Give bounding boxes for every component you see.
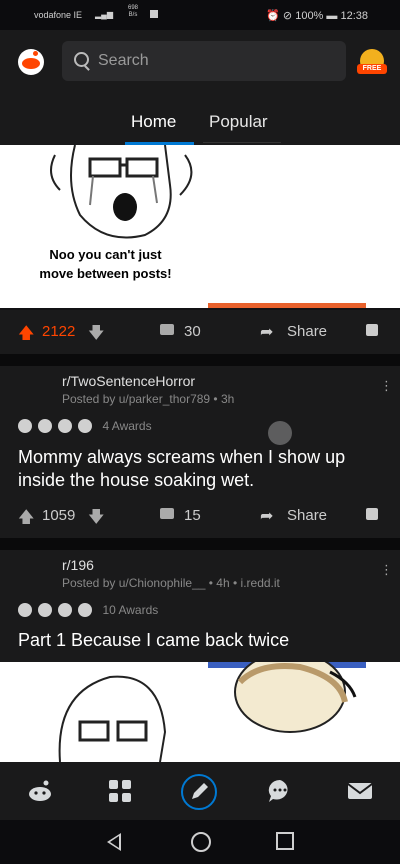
status-right: ⏰ ⊘ 100% ▬ 12:38 xyxy=(266,9,368,22)
post-title[interactable]: Mommy always screams when I show up insi… xyxy=(18,446,388,492)
downvote-icon[interactable]: 🡇 xyxy=(88,506,104,533)
recents-icon[interactable] xyxy=(276,832,294,850)
award-icon xyxy=(58,602,72,617)
status-bar: vodafone IE ▂▄▆ 698 B/s ⏰ ⊘ 100% ▬ 12:38 xyxy=(0,0,400,30)
tab-popular[interactable]: Popular xyxy=(209,112,268,132)
bottom-nav xyxy=(0,762,400,820)
comment-count: 15 xyxy=(184,507,201,524)
signal-icon: ▂▄▆ xyxy=(95,10,113,19)
meme-wojak-drawing xyxy=(50,145,193,239)
free-badge: FREE xyxy=(357,64,387,74)
upvote-icon[interactable]: 🡅 xyxy=(18,506,34,533)
search-icon xyxy=(74,52,89,67)
awards-count: 10 Awards xyxy=(102,602,159,617)
comment-icon[interactable] xyxy=(160,324,174,335)
tab-divider xyxy=(203,142,281,143)
feed-tabs: Home Popular xyxy=(0,95,400,145)
share-icon[interactable]: ➦ xyxy=(260,506,273,526)
vote-score: 2122 xyxy=(42,323,76,340)
touch-indicator xyxy=(268,421,292,445)
search-input[interactable]: Search xyxy=(62,41,346,81)
status-icons: ⏰ ⊘ xyxy=(266,10,296,22)
more-options-icon[interactable]: ⋮ xyxy=(380,378,393,394)
save-icon[interactable] xyxy=(366,508,378,520)
award-icon xyxy=(38,418,52,433)
award-icon xyxy=(78,602,92,617)
clock: 12:38 xyxy=(340,10,368,22)
post-actions: 🡅 2122 🡇 30 ➦ Share xyxy=(0,310,400,354)
create-post-icon[interactable] xyxy=(180,773,218,811)
more-options-icon[interactable]: ⋮ xyxy=(380,562,393,578)
award-icon xyxy=(38,602,52,617)
app-header: Search FREE xyxy=(0,30,400,95)
comment-icon[interactable] xyxy=(160,508,174,519)
home-button-icon[interactable] xyxy=(191,832,211,852)
system-nav-bar xyxy=(0,820,400,864)
post-title[interactable]: Part 1 Because I came back twice xyxy=(18,629,388,652)
award-icon xyxy=(78,418,92,433)
share-button[interactable]: Share xyxy=(287,507,327,524)
communities-icon[interactable] xyxy=(107,778,133,804)
comment-count: 30 xyxy=(184,323,201,340)
home-icon[interactable] xyxy=(27,778,53,804)
subreddit-name[interactable]: r/TwoSentenceHorror xyxy=(62,373,195,389)
awards-row[interactable]: 4 Awards xyxy=(18,417,152,435)
post-image[interactable] xyxy=(0,662,400,762)
notification-icon xyxy=(150,10,158,18)
post-image[interactable]: Noo you can't just move between posts! xyxy=(0,145,400,308)
post-meta: Posted by u/Chionophile__ • 4h • i.redd.… xyxy=(62,576,280,590)
chat-icon[interactable] xyxy=(267,778,293,804)
battery-level: 100% xyxy=(295,10,324,22)
meme-caption: Noo you can't just move between posts! xyxy=(39,247,172,281)
back-icon[interactable] xyxy=(107,833,121,851)
share-button[interactable]: Share xyxy=(287,323,327,340)
feed-post[interactable]: r/196 Posted by u/Chionophile__ • 4h • i… xyxy=(0,550,400,662)
carrier-name: vodafone IE xyxy=(34,10,83,20)
award-icon xyxy=(18,418,32,433)
inbox-icon[interactable] xyxy=(347,778,373,804)
search-placeholder: Search xyxy=(98,52,149,69)
post-separator xyxy=(0,538,400,550)
post-meta: Posted by u/parker_thor789 • 3h xyxy=(62,392,235,406)
coin-icon[interactable]: FREE xyxy=(357,49,387,74)
save-icon[interactable] xyxy=(366,324,378,336)
post-actions: 🡅 1059 🡇 15 ➦ Share xyxy=(0,494,400,538)
post-separator xyxy=(0,354,400,366)
network-rate: 698 B/s xyxy=(128,5,139,18)
award-icon xyxy=(58,418,72,433)
vote-score: 1059 xyxy=(42,507,76,524)
share-icon[interactable]: ➦ xyxy=(260,322,273,342)
battery-icon: ▬ xyxy=(326,10,341,22)
downvote-icon[interactable]: 🡇 xyxy=(88,322,104,349)
feed-post[interactable]: r/TwoSentenceHorror Posted by u/parker_t… xyxy=(0,366,400,538)
awards-row[interactable]: 10 Awards xyxy=(18,601,158,619)
image-edge xyxy=(208,303,366,308)
upvote-icon[interactable]: 🡅 xyxy=(18,322,34,349)
award-icon xyxy=(18,602,32,617)
meme-drawing xyxy=(58,662,357,762)
reddit-logo-icon[interactable] xyxy=(18,49,44,75)
awards-count: 4 Awards xyxy=(102,418,152,433)
subreddit-name[interactable]: r/196 xyxy=(62,557,94,573)
tab-home[interactable]: Home xyxy=(131,112,176,132)
